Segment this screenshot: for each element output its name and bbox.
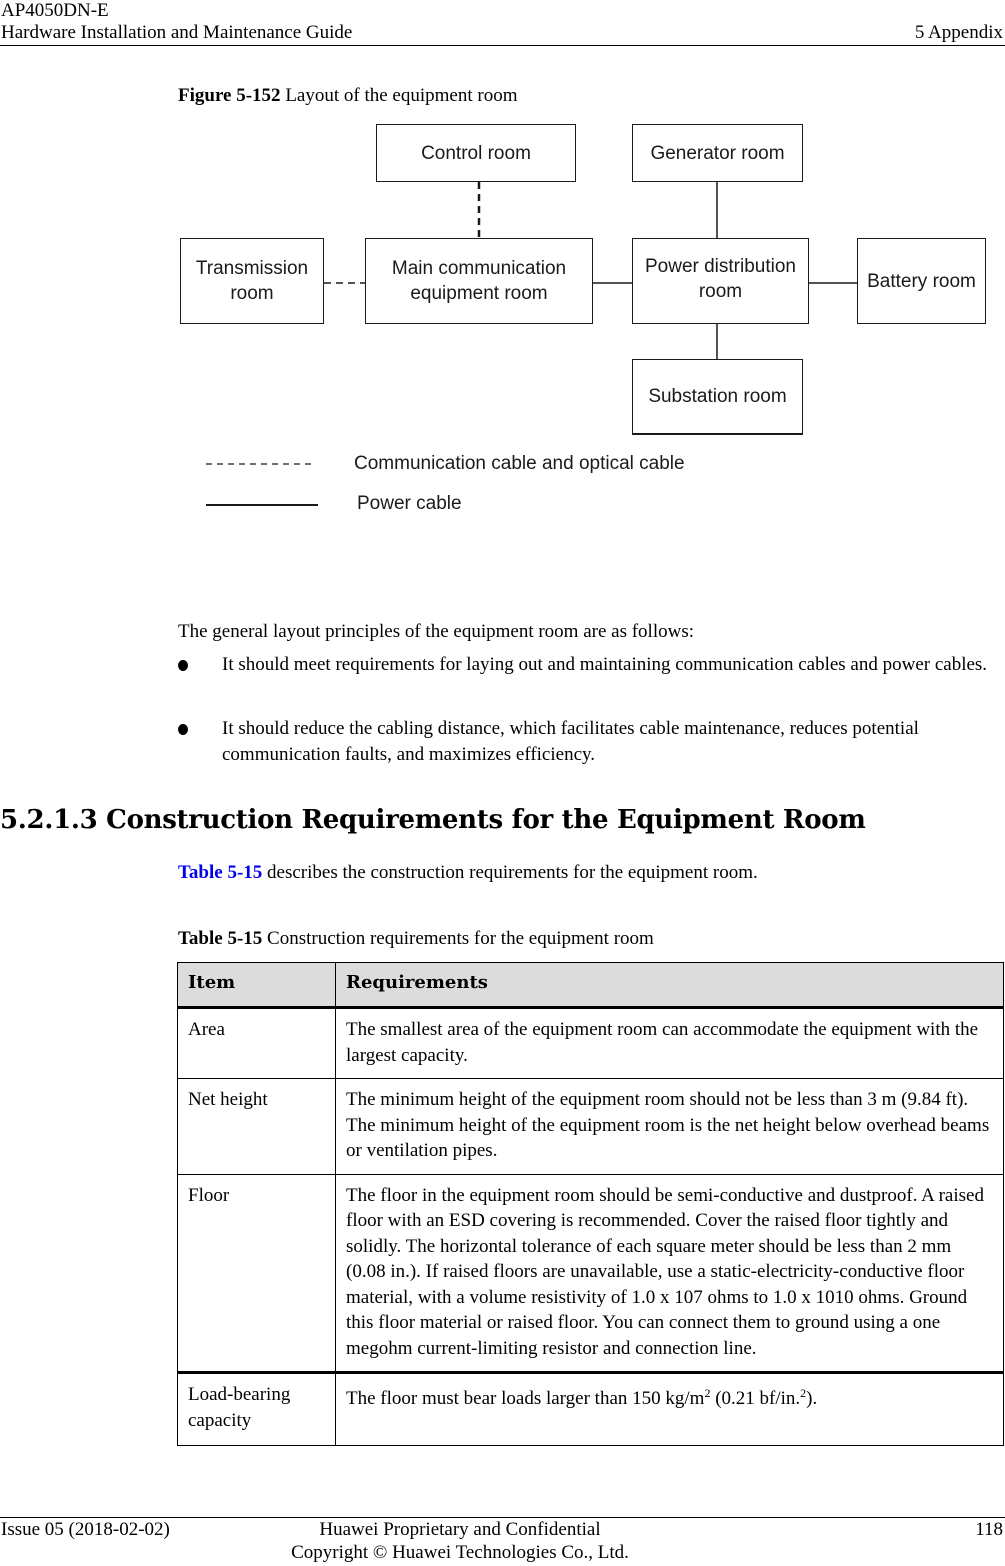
requirement-cell: The smallest area of the equipment room …: [335, 1007, 1004, 1079]
generator-room-label: Generator room: [650, 142, 785, 164]
power-distribution-room-label-2: room: [698, 281, 743, 302]
item-cell: Net height: [177, 1078, 336, 1175]
table-reference-link[interactable]: Table 5-15: [178, 862, 262, 883]
main-communication-room-label-2: equipment room: [410, 283, 548, 304]
legend-power-label: Power cable: [357, 493, 462, 514]
table-row: Load-bearing capacity The floor must bea…: [177, 1372, 1004, 1446]
requirement-cell: The floor must bear loads larger than 15…: [335, 1372, 1004, 1446]
transmission-room-box: Transmission room: [180, 238, 324, 324]
requirement-cell: The minimum height of the equipment room…: [335, 1078, 1004, 1175]
column-header-requirements: Requirements: [335, 962, 1004, 1008]
requirement-text-mid: (0.21 bf/in.: [710, 1388, 801, 1409]
table-row: Floor The floor in the equipment room sh…: [177, 1173, 1004, 1373]
battery-room-box: Battery room: [857, 238, 986, 324]
section-intro-text: describes the construction requirements …: [262, 862, 758, 883]
footer-rule: [0, 1517, 1005, 1518]
bullet-item: It should reduce the cabling distance, w…: [178, 716, 988, 768]
item-cell: Floor: [177, 1173, 336, 1373]
table-row: Net height The minimum height of the equ…: [177, 1078, 1004, 1175]
item-cell: Load-bearing capacity: [177, 1372, 336, 1446]
requirement-text-pre: The floor must bear loads larger than 15…: [346, 1388, 705, 1409]
substation-room-box: Substation room: [632, 359, 803, 435]
power-distribution-room-label-1: Power distribution: [644, 256, 797, 277]
item-cell: Area: [177, 1007, 336, 1079]
main-communication-room-label-1: Main communication: [391, 258, 567, 279]
page-number: 118: [975, 1519, 1003, 1540]
transmission-room-label-2: room: [230, 283, 274, 304]
copyright-label: Copyright © Huawei Technologies Co., Ltd…: [291, 1542, 629, 1563]
table-number: Table 5-15: [178, 928, 263, 949]
legend-communication-label: Communication cable and optical cable: [354, 453, 685, 474]
control-room-box: Control room: [376, 124, 576, 182]
power-distribution-room-box: Power distribution room: [632, 238, 809, 324]
requirement-cell: The floor in the equipment room should b…: [335, 1173, 1004, 1373]
column-header-item: Item: [177, 962, 336, 1008]
substation-room-label: Substation room: [648, 386, 787, 407]
equipment-room-diagram: Control room Generator room Transmission…: [0, 0, 1005, 560]
main-communication-room-box: Main communication equipment room: [365, 238, 593, 324]
bullet-item: It should meet requirements for laying o…: [178, 652, 988, 678]
confidential-label: Huawei Proprietary and Confidential: [319, 1519, 601, 1540]
bullet-text: It should meet requirements for laying o…: [222, 654, 988, 675]
table-caption: Table 5-15 Construction requirements for…: [178, 926, 654, 952]
section-intro: Table 5-15 describes the construction re…: [178, 860, 758, 886]
layout-principles-intro: The general layout principles of the equ…: [178, 621, 695, 642]
generator-room-box: Generator room: [632, 124, 803, 182]
battery-room-label: Battery room: [867, 270, 976, 292]
requirements-table: Item Requirements Area The smallest area…: [177, 962, 1004, 1446]
requirement-text-post: ).: [806, 1388, 818, 1409]
bullet-icon: [178, 660, 188, 671]
table-row: Area The smallest area of the equipment …: [177, 1007, 1004, 1079]
section-heading: 5.2.1.3 Construction Requirements for th…: [0, 805, 866, 835]
transmission-room-label-1: Transmission: [195, 258, 309, 279]
table-title: Construction requirements for the equipm…: [262, 928, 654, 949]
bullet-icon: [178, 724, 188, 735]
bullet-text: It should reduce the cabling distance, w…: [222, 718, 919, 765]
control-room-label: Control room: [421, 142, 531, 164]
table-header-row: Item Requirements: [177, 962, 1004, 1008]
